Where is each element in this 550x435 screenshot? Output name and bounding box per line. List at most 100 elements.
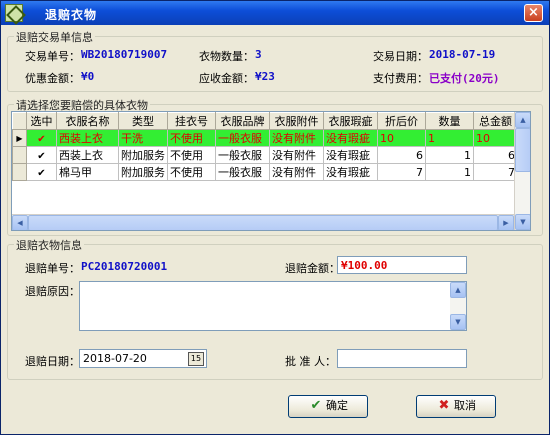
checkbox-check-icon[interactable]: ✔ [37, 168, 47, 179]
ok-button[interactable]: ✔ 确定 [288, 395, 368, 418]
order-no-label: 交易单号： [25, 50, 80, 63]
cell-hanger: 不使用 [167, 163, 216, 181]
reason-scrollbar[interactable]: ▲ ▼ [450, 282, 466, 330]
checkmark-icon: ✔ [310, 398, 322, 413]
table-row[interactable]: ✔ 西装上衣 附加服务 不使用 一般衣服 没有附件 没有瑕疵 6 1 6 [12, 146, 518, 164]
payment-value: 已支付(20元) [429, 72, 500, 85]
cell-brand: 一般衣服 [215, 163, 270, 181]
grid-vertical-scrollbar[interactable]: ▲ ▼ [514, 112, 530, 230]
row-checkbox[interactable]: ✔ [26, 163, 57, 181]
discount-value: ¥0 [81, 70, 95, 83]
items-grid[interactable]: 选中 衣服名称 类型 挂衣号 衣服品牌 衣服附件 衣服瑕疵 折后价 数量 总金额… [11, 111, 531, 231]
cancel-button-label: 取消 [454, 399, 476, 412]
refund-no-label: 退赔单号： [25, 262, 80, 275]
reason-scroll-down-icon[interactable]: ▼ [450, 314, 466, 330]
checkbox-check-icon[interactable]: ✔ [37, 134, 47, 145]
cell-name: 西装上衣 [56, 146, 119, 164]
payment-label: 支付费用： [373, 72, 428, 85]
cross-icon: ✖ [438, 398, 450, 413]
window-title: 退赔衣物 [45, 8, 98, 22]
scroll-right-arrow-icon[interactable]: ▶ [498, 215, 514, 230]
horizontal-scroll-thumb[interactable] [28, 215, 498, 230]
cell-accessory: 没有附件 [269, 146, 324, 164]
cell-defect: 没有瑕疵 [323, 129, 378, 147]
cell-type: 干洗 [118, 129, 168, 147]
row-checkbox[interactable]: ✔ [26, 129, 57, 147]
refund-date-label: 退赔日期： [25, 355, 80, 368]
discount-label: 优惠金额： [25, 72, 80, 85]
cell-type: 附加服务 [118, 163, 168, 181]
cell-hanger: 不使用 [167, 146, 216, 164]
row-indicator-header [12, 112, 27, 130]
cell-total: 10 [473, 129, 518, 147]
cell-price: 7 [377, 163, 426, 181]
col-header[interactable]: 衣服附件 [269, 112, 324, 130]
col-header[interactable]: 总金额 [473, 112, 518, 130]
cell-hanger: 不使用 [167, 129, 216, 147]
cancel-button[interactable]: ✖ 取消 [416, 395, 496, 418]
refund-date-value: 2018-07-20 [83, 352, 147, 365]
row-indicator [12, 163, 27, 181]
refund-info-legend: 退赔衣物信息 [14, 237, 84, 253]
cell-type: 附加服务 [118, 146, 168, 164]
reason-scroll-up-icon[interactable]: ▲ [450, 282, 466, 298]
cell-price: 6 [377, 146, 426, 164]
col-header[interactable]: 类型 [118, 112, 168, 130]
cell-total: 6 [473, 146, 518, 164]
col-header[interactable]: 衣服名称 [56, 112, 119, 130]
calendar-icon[interactable]: 15 [188, 352, 204, 366]
order-no-value: WB20180719007 [81, 48, 168, 61]
col-header[interactable]: 衣服瑕疵 [323, 112, 378, 130]
cell-accessory: 没有附件 [269, 129, 324, 147]
table-row[interactable]: ✔ 棉马甲 附加服务 不使用 一般衣服 没有附件 没有瑕疵 7 1 7 [12, 163, 518, 181]
cell-brand: 一般衣服 [215, 129, 270, 147]
receivable-label: 应收金额： [199, 72, 254, 85]
cell-brand: 一般衣服 [215, 146, 270, 164]
approver-label: 批 准 人： [285, 355, 336, 368]
approver-field[interactable] [337, 349, 467, 368]
table-row[interactable]: ▶ ✔ 西装上衣 干洗 不使用 一般衣服 没有附件 没有瑕疵 10 1 10 [12, 129, 518, 147]
refund-reason-label: 退赔原因： [25, 285, 80, 298]
receivable-value: ¥23 [255, 70, 275, 83]
trade-date-label: 交易日期： [373, 50, 428, 63]
cell-defect: 没有瑕疵 [323, 163, 378, 181]
header-row: 选中 衣服名称 类型 挂衣号 衣服品牌 衣服附件 衣服瑕疵 折后价 数量 总金额 [12, 112, 518, 130]
refund-amount-field[interactable]: ¥100.00 [337, 256, 467, 274]
scroll-left-arrow-icon[interactable]: ◀ [12, 215, 28, 230]
refund-amount-label: 退赔金额： [285, 262, 340, 275]
grid-horizontal-scrollbar[interactable]: ◀ ▶ [12, 214, 514, 230]
close-button[interactable]: × [524, 4, 543, 22]
title-bar[interactable]: 退赔衣物 × [1, 1, 549, 25]
cell-name: 西装上衣 [56, 129, 119, 147]
refund-reason-textarea[interactable]: ▲ ▼ [79, 281, 467, 331]
row-indicator: ▶ [12, 129, 27, 147]
cell-qty: 1 [425, 129, 474, 147]
col-header[interactable]: 选中 [26, 112, 57, 130]
refund-date-picker[interactable]: 2018-07-20 15 [79, 349, 207, 368]
dialog-window: 退赔衣物 × 退赔交易单信息 交易单号： WB20180719007 衣物数量：… [0, 0, 550, 435]
cell-qty: 1 [425, 146, 474, 164]
col-header[interactable]: 衣服品牌 [215, 112, 270, 130]
vertical-scroll-thumb[interactable] [515, 128, 530, 172]
cell-name: 棉马甲 [56, 163, 119, 181]
row-checkbox[interactable]: ✔ [26, 146, 57, 164]
col-header[interactable]: 数量 [425, 112, 474, 130]
row-indicator [12, 146, 27, 164]
scroll-up-arrow-icon[interactable]: ▲ [515, 112, 530, 128]
col-header[interactable]: 挂衣号 [167, 112, 216, 130]
refund-no-value: PC20180720001 [81, 260, 168, 273]
scroll-down-arrow-icon[interactable]: ▼ [515, 214, 530, 230]
items-table: 选中 衣服名称 类型 挂衣号 衣服品牌 衣服附件 衣服瑕疵 折后价 数量 总金额… [12, 112, 518, 181]
trade-date-value: 2018-07-19 [429, 48, 496, 61]
cell-defect: 没有瑕疵 [323, 146, 378, 164]
checkbox-check-icon[interactable]: ✔ [37, 151, 47, 162]
col-header[interactable]: 折后价 [377, 112, 426, 130]
trade-info-legend: 退赔交易单信息 [14, 29, 95, 45]
qty-label: 衣物数量： [199, 50, 254, 63]
current-row-arrow-icon: ▶ [16, 133, 23, 143]
cell-qty: 1 [425, 163, 474, 181]
app-icon [5, 4, 23, 22]
cell-price: 10 [377, 129, 426, 147]
qty-value: 3 [255, 48, 262, 61]
cell-accessory: 没有附件 [269, 163, 324, 181]
